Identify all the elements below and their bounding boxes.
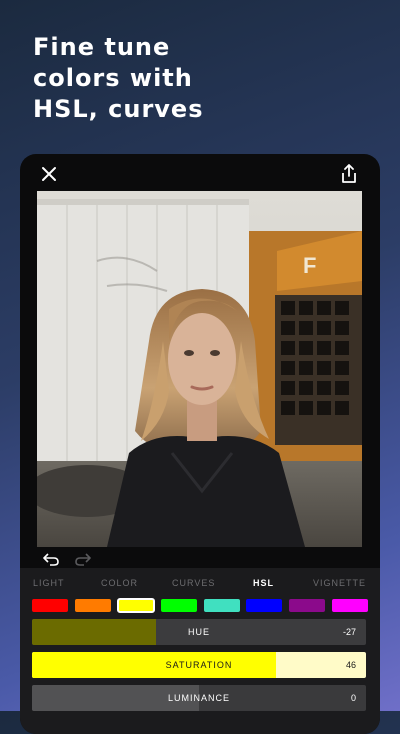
luminance-label: LUMINANCE	[167, 693, 230, 703]
luminance-slider[interactable]: LUMINANCE 0	[32, 685, 366, 711]
share-icon[interactable]	[338, 162, 360, 186]
swatch-magenta[interactable]	[332, 599, 368, 612]
headline-line-3: HSL, curves	[33, 95, 204, 123]
phone-frame: F LIGHT COLOR CURVES HSL VIGNETTE HUE -2…	[20, 154, 380, 734]
svg-text:F: F	[303, 253, 316, 278]
headline: Fine tune colors with HSL, curves	[33, 32, 373, 125]
headline-line-2: colors with	[33, 64, 193, 92]
tab-hsl[interactable]: HSL	[253, 578, 274, 588]
swatch-purple[interactable]	[289, 599, 325, 612]
swatch-orange[interactable]	[75, 599, 111, 612]
swatch-red[interactable]	[32, 599, 68, 612]
tab-vignette[interactable]: VIGNETTE	[313, 578, 366, 588]
edited-photo: F	[37, 191, 362, 547]
swatch-blue[interactable]	[246, 599, 282, 612]
saturation-value: 46	[345, 660, 356, 670]
tab-color[interactable]: COLOR	[101, 578, 138, 588]
luminance-value: 0	[350, 693, 356, 703]
saturation-slider[interactable]: SATURATION 46	[32, 652, 366, 678]
color-swatches	[32, 598, 368, 613]
swatch-green[interactable]	[161, 599, 197, 612]
top-bar	[20, 154, 380, 192]
saturation-label: SATURATION	[165, 660, 233, 670]
swatch-yellow[interactable]	[117, 598, 155, 613]
close-icon[interactable]	[38, 163, 60, 185]
adjustment-tabs: LIGHT COLOR CURVES HSL VIGNETTE	[20, 578, 380, 594]
hue-label: HUE	[187, 627, 210, 637]
adjustment-panel: LIGHT COLOR CURVES HSL VIGNETTE HUE -27 …	[20, 568, 380, 734]
tab-curves[interactable]: CURVES	[172, 578, 215, 588]
hue-value: -27	[342, 627, 356, 637]
undo-icon[interactable]	[42, 550, 60, 568]
redo-icon[interactable]	[74, 550, 92, 568]
headline-line-1: Fine tune	[33, 33, 171, 61]
swatch-aqua[interactable]	[204, 599, 240, 612]
hue-slider[interactable]: HUE -27	[32, 619, 366, 645]
tab-light[interactable]: LIGHT	[33, 578, 65, 588]
